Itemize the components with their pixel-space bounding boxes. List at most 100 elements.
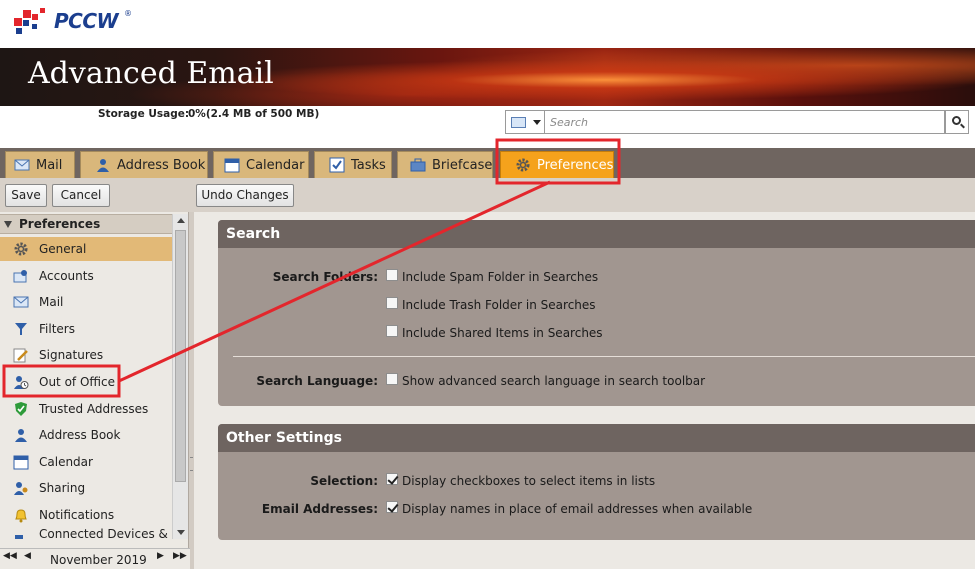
pccw-logo-icon	[14, 8, 50, 38]
sidebar-item-label: Address Book	[39, 428, 121, 442]
briefcase-icon	[410, 157, 426, 173]
signature-icon	[13, 347, 29, 363]
tasks-icon	[329, 157, 345, 173]
previous-year-icon[interactable]: ◀◀	[3, 551, 17, 561]
include-spam-label[interactable]: Include Spam Folder in Searches	[402, 270, 598, 284]
advanced-search-language-label[interactable]: Show advanced search language in search …	[402, 374, 705, 388]
include-shared-checkbox[interactable]	[386, 325, 398, 337]
out-of-office-icon	[13, 374, 29, 390]
advanced-search-language-checkbox[interactable]	[386, 373, 398, 385]
sidebar-item-filters[interactable]: Filters	[0, 317, 172, 341]
sidebar-item-notifications[interactable]: Notifications	[0, 503, 172, 527]
include-shared-label[interactable]: Include Shared Items in Searches	[402, 326, 603, 340]
tab-label: Address Book	[117, 157, 206, 173]
sidebar-item-label: Notifications	[39, 508, 115, 522]
sidebar-item-trusted-addresses[interactable]: Trusted Addresses	[0, 397, 172, 421]
sidebar-item-label: Trusted Addresses	[39, 402, 149, 416]
display-names-label[interactable]: Display names in place of email addresse…	[402, 502, 752, 516]
sidebar-item-label: Out of Office	[39, 375, 115, 389]
tab-label: Tasks	[351, 157, 386, 173]
devices-icon	[13, 533, 29, 539]
display-names-checkbox[interactable]	[386, 501, 398, 513]
tab-label: Briefcase	[432, 157, 493, 173]
storage-usage-label: Storage Usage:	[98, 108, 190, 120]
calendar-icon	[13, 454, 29, 470]
sidebar-item-label: Accounts	[39, 269, 94, 283]
chevron-down-icon	[533, 120, 541, 125]
tab-label: Calendar	[246, 157, 305, 173]
mail-icon	[511, 117, 526, 128]
sidebar-item-label: General	[39, 242, 87, 256]
display-checkboxes-label[interactable]: Display checkboxes to select items in li…	[402, 474, 655, 488]
logo-bar: PCCW ®	[0, 0, 975, 48]
search-input[interactable]	[545, 110, 945, 134]
include-trash-label[interactable]: Include Trash Folder in Searches	[402, 298, 596, 312]
gear-icon	[13, 241, 29, 257]
tab-label: Preferences	[537, 157, 614, 173]
sidebar-item-mail[interactable]: Mail	[0, 290, 172, 314]
accounts-icon	[13, 268, 29, 284]
tab-address-book[interactable]: Address Book	[80, 151, 208, 178]
selection-label: Selection:	[310, 474, 378, 488]
logo-text: PCCW	[54, 9, 119, 33]
tab-calendar[interactable]: Calendar	[213, 151, 309, 178]
panel-title: Other Settings	[218, 424, 975, 452]
filter-icon	[13, 321, 29, 337]
toolbar	[0, 178, 975, 212]
panel-divider	[233, 356, 975, 357]
scroll-down-icon[interactable]	[177, 530, 185, 535]
sidebar-item-label: Calendar	[39, 455, 93, 469]
include-trash-checkbox[interactable]	[386, 297, 398, 309]
address-book-icon	[13, 427, 29, 443]
mail-icon	[13, 294, 29, 310]
undo-changes-button[interactable]: Undo Changes	[196, 184, 294, 207]
collapse-triangle-icon	[4, 221, 12, 228]
sidebar-item-label: Sharing	[39, 481, 86, 495]
tab-mail[interactable]: Mail	[5, 151, 75, 178]
sidebar-item-connected-devices[interactable]: Connected Devices & Ap	[0, 527, 172, 539]
next-year-icon[interactable]: ▶▶	[173, 551, 187, 561]
save-button[interactable]: Save	[5, 184, 47, 207]
sidebar-item-sharing[interactable]: Sharing	[0, 476, 172, 500]
tab-briefcase[interactable]: Briefcase	[397, 151, 493, 178]
sidebar-item-out-of-office[interactable]: Out of Office	[0, 370, 172, 394]
sidebar-scrollbar[interactable]	[172, 214, 188, 539]
sidebar-item-address-book[interactable]: Address Book	[0, 423, 172, 447]
calendar-month-label[interactable]: November 2019	[50, 553, 147, 567]
display-checkboxes-checkbox[interactable]	[386, 473, 398, 485]
tab-tasks[interactable]: Tasks	[314, 151, 392, 178]
bell-icon	[13, 507, 29, 523]
logo-registered-mark: ®	[124, 9, 132, 18]
search-language-label: Search Language:	[256, 374, 378, 388]
app-banner: Advanced Email	[0, 48, 975, 106]
sidebar-item-signatures[interactable]: Signatures	[0, 343, 172, 367]
search-button[interactable]	[945, 110, 969, 134]
previous-month-icon[interactable]: ◀	[24, 551, 31, 561]
scrollbar-thumb[interactable]	[175, 230, 186, 482]
next-month-icon[interactable]: ▶	[157, 551, 164, 561]
panel-title: Search	[218, 220, 975, 248]
sharing-icon	[13, 480, 29, 496]
tab-label: Mail	[36, 157, 63, 173]
sidebar-item-calendar[interactable]: Calendar	[0, 450, 172, 474]
scroll-up-icon[interactable]	[177, 218, 185, 223]
email-addresses-label: Email Addresses:	[261, 502, 378, 516]
sidebar-item-label: Mail	[39, 295, 64, 309]
include-spam-checkbox[interactable]	[386, 269, 398, 281]
cancel-button[interactable]: Cancel	[52, 184, 110, 207]
sidebar-item-general[interactable]: General	[0, 237, 172, 261]
sidebar-header-preferences[interactable]: Preferences	[0, 214, 172, 234]
sidebar-clip: Connected Devices & Ap	[0, 527, 172, 539]
app-title: Advanced Email	[28, 56, 274, 91]
search-type-dropdown[interactable]	[505, 110, 545, 134]
shield-icon	[13, 401, 29, 417]
search-folders-label: Search Folders:	[272, 270, 378, 284]
mail-icon	[14, 157, 30, 173]
tab-preferences[interactable]: Preferences	[500, 151, 614, 178]
sidebar-item-label: Filters	[39, 322, 75, 336]
address-book-icon	[95, 157, 111, 173]
gear-icon	[515, 157, 531, 173]
sidebar-item-label: Signatures	[39, 348, 104, 362]
sidebar-item-accounts[interactable]: Accounts	[0, 264, 172, 288]
sidebar-item-label: Connected Devices & Ap	[39, 527, 168, 539]
